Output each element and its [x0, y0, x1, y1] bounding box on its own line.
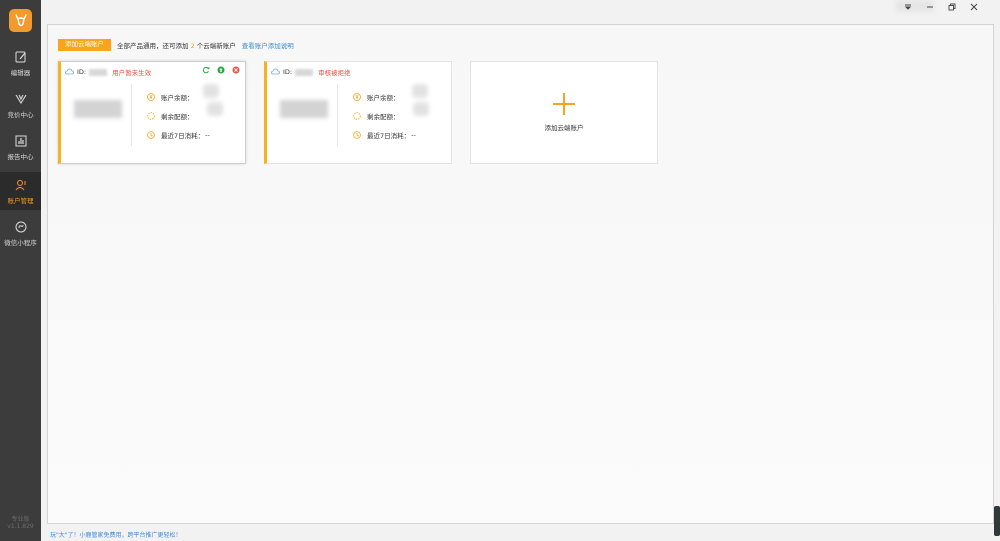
window-controls	[904, 3, 978, 11]
quota-row: 剩余配额：	[147, 106, 210, 125]
add-account-card[interactable]: 添加云端账户	[470, 61, 658, 164]
account-avatar-blurred	[280, 100, 328, 118]
sidebar-item-label: 编辑器	[10, 68, 31, 77]
quota-row: 剩余配额：	[353, 106, 416, 125]
yen-icon	[353, 92, 361, 101]
sidebar-item-accounts[interactable]: 账户管理	[0, 172, 41, 210]
sidebar-item-bidding[interactable]: 竞价中心	[0, 86, 41, 124]
consumption-row: 最近7日消耗： --	[147, 125, 210, 144]
sidebar-item-miniprogram[interactable]: 微信小程序	[0, 214, 41, 252]
account-id-label: ID:	[77, 68, 87, 76]
yen-icon	[147, 92, 155, 101]
account-info: 账户余额： 剩余配额： 最近7日消耗： --	[147, 87, 210, 144]
card-divider	[131, 84, 132, 146]
sidebar-item-label: 账户管理	[7, 196, 34, 205]
delete-icon[interactable]	[232, 66, 240, 74]
version-label: 专业版	[11, 516, 30, 523]
side-handle[interactable]	[994, 506, 1000, 536]
help-link[interactable]: 查看账户添加说明	[242, 40, 294, 50]
consumption-row: 最近7日消耗： --	[353, 125, 416, 144]
balance-label: 账户余额：	[367, 93, 400, 102]
add-cloud-account-button[interactable]: 添加云端账户	[58, 39, 111, 51]
dropdown-menu-icon[interactable]	[904, 3, 912, 11]
account-id-blurred	[89, 68, 108, 76]
sidebar-item-label: 报告中心	[7, 152, 34, 161]
pencil-icon	[14, 50, 28, 64]
sidebar-item-label: 微信小程序	[4, 238, 37, 247]
balance-value-blurred	[412, 84, 428, 98]
bid-icon	[14, 92, 28, 106]
footer-promo-link[interactable]: 玩"大"了！小鹿管家免费用，跨平台推广更轻松！	[50, 530, 182, 539]
quota-value-blurred	[413, 102, 429, 116]
balance-label: 账户余额：	[161, 93, 194, 102]
sidebar-item-editor[interactable]: 编辑器	[0, 44, 41, 82]
account-id-label: ID:	[283, 68, 293, 76]
consumption-value: --	[205, 130, 210, 139]
refresh-icon[interactable]	[202, 66, 210, 74]
quota-label: 剩余配额：	[367, 112, 400, 121]
card-actions	[202, 66, 240, 74]
account-card[interactable]: ID: 用户暂未生效 账户余额： 剩余配额： 最近7日消耗： --	[58, 61, 246, 164]
account-avatar-blurred	[74, 100, 122, 118]
upload-icon[interactable]	[217, 66, 225, 74]
remaining-count: 2	[190, 42, 195, 50]
balance-row: 账户余额：	[353, 87, 416, 106]
clock-icon	[353, 130, 361, 139]
account-id-blurred	[295, 68, 314, 76]
minimize-icon[interactable]	[926, 3, 934, 11]
card-divider	[337, 84, 338, 146]
balance-row: 账户余额：	[147, 87, 210, 106]
toolbar: 添加云端账户 全部产品通用，还可添加 2 个云端新账户 查看账户添加说明	[58, 39, 294, 51]
main-panel: 添加云端账户 全部产品通用，还可添加 2 个云端新账户 查看账户添加说明 ID:…	[47, 24, 994, 524]
quota-value-blurred	[207, 102, 223, 116]
quota-label: 剩余配额：	[161, 112, 194, 121]
version-number: v1.1.829	[7, 523, 34, 530]
restore-icon[interactable]	[948, 3, 956, 11]
status-badge: 用户暂未生效	[112, 69, 152, 77]
clock-icon	[147, 130, 155, 139]
card-header: ID: 审核被拒绝	[271, 67, 351, 77]
add-account-label: 添加云端账户	[544, 124, 584, 132]
account-info: 账户余额： 剩余配额： 最近7日消耗： --	[353, 87, 416, 144]
cloud-icon	[271, 68, 280, 77]
deer-logo-icon[interactable]	[9, 9, 32, 32]
consumption-value: --	[411, 130, 416, 139]
sidebar-item-reports[interactable]: 报告中心	[0, 128, 41, 166]
plus-icon	[553, 93, 575, 115]
quota-icon	[353, 111, 361, 120]
status-badge: 审核被拒绝	[318, 69, 351, 77]
chart-icon	[14, 134, 28, 148]
sidebar: 编辑器 竞价中心 报告中心 账户管理 微信小程序 专业版 v1.1.829	[0, 0, 41, 541]
quota-icon	[147, 111, 155, 120]
close-icon[interactable]	[970, 3, 978, 11]
toolbar-description: 全部产品通用，还可添加 2 个云端新账户	[117, 42, 236, 50]
miniprogram-icon	[14, 220, 28, 234]
card-header: ID: 用户暂未生效	[65, 67, 151, 77]
balance-value-blurred	[203, 84, 219, 98]
account-card[interactable]: ID: 审核被拒绝 账户余额： 剩余配额： 最近7日消耗： --	[264, 61, 452, 164]
consumption-label: 最近7日消耗：	[367, 131, 411, 140]
sidebar-item-label: 竞价中心	[7, 110, 34, 119]
consumption-label: 最近7日消耗：	[161, 131, 205, 140]
cloud-icon	[65, 68, 74, 77]
user-icon	[14, 178, 28, 192]
